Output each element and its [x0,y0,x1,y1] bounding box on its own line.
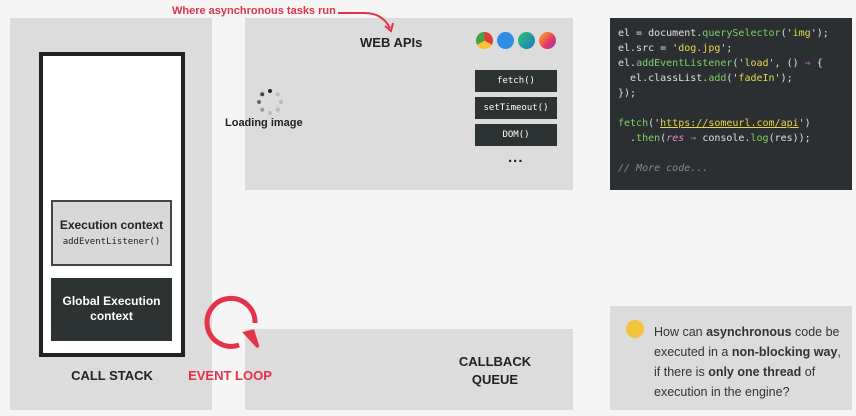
settimeout-api-box: setTimeout() [475,97,557,119]
annotation-arrow-icon [338,12,394,33]
loading-spinner-icon [257,89,283,115]
callback-queue-line1: CALLBACK [458,354,532,369]
web-apis-label: WEB APIs [360,35,423,50]
global-context-line2: context [90,309,133,323]
event-loop-label: EVENT LOOP [188,368,272,383]
dom-api-box: DOM() [475,124,557,146]
call-stack-label: CALL STACK [71,368,153,383]
firefox-icon [539,32,556,49]
global-execution-context-box: Global Execution context [51,278,172,341]
highlight-box [610,18,852,190]
execution-context-title: Execution context [59,218,164,232]
execution-context-box: Execution context addEventListener() [51,200,172,266]
edge-icon [518,32,535,49]
browser-icons [476,32,556,49]
more-apis-ellipsis: ... [508,149,524,166]
execution-context-fn: addEventListener() [62,237,161,247]
callback-queue-label: CALLBACK QUEUE [455,353,535,389]
chrome-icon [476,32,493,49]
async-annotation: Where asynchronous tasks run [172,5,336,17]
safari-icon [497,32,514,49]
callback-queue-line2: QUEUE [471,372,519,387]
loading-image-label: Loading image [225,117,303,129]
thinking-face-icon [626,320,644,338]
global-context-line1: Global Execution [62,294,161,308]
fetch-api-box: fetch() [475,70,557,92]
event-loop-icon [204,295,260,349]
question-text: How can asynchronous code be executed in… [654,325,841,399]
